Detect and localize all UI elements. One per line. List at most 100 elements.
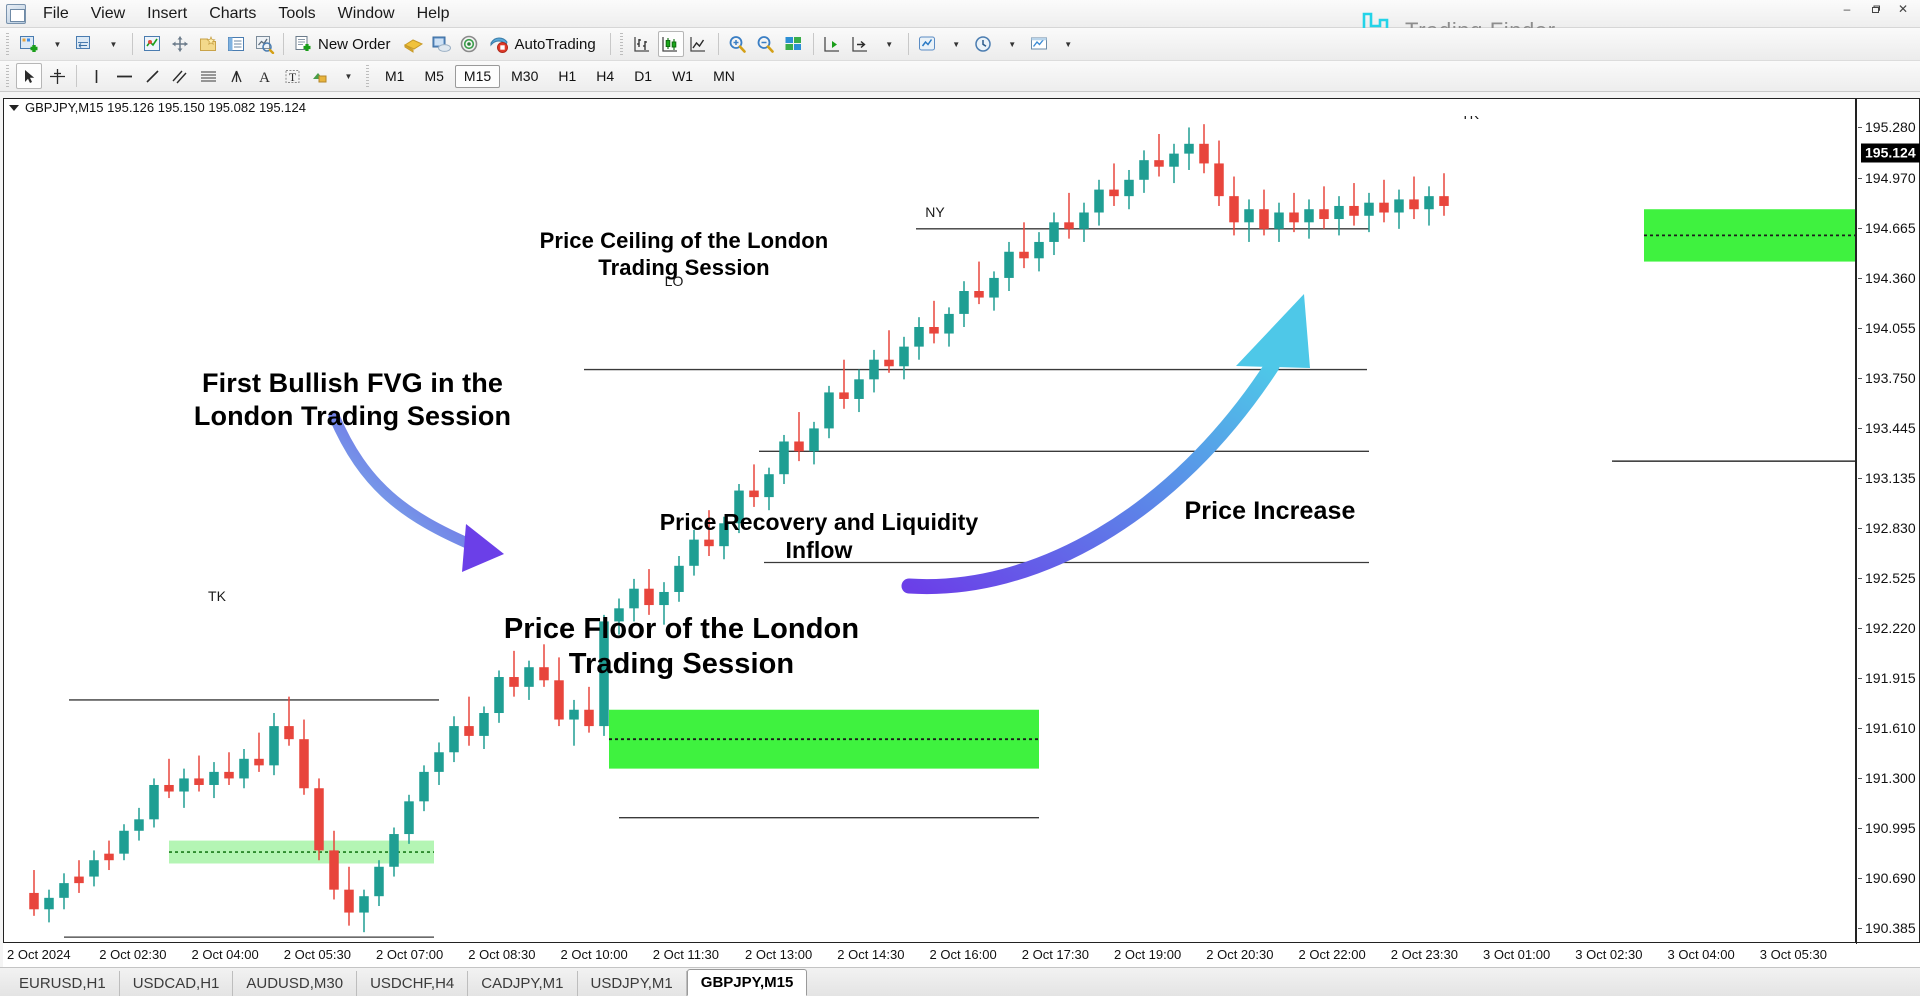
price-label: 193.445 xyxy=(1865,419,1916,436)
chart-shift-dropdown[interactable]: ▼ xyxy=(876,31,902,57)
new-order-icon xyxy=(295,35,311,51)
shapes-button[interactable] xyxy=(307,63,333,89)
data-window-button[interactable] xyxy=(167,31,193,57)
terminal-button[interactable] xyxy=(223,31,249,57)
toolbar-grip-2[interactable] xyxy=(618,33,626,55)
chart-tab-audusd[interactable]: AUDUSD,M30 xyxy=(233,971,358,996)
timeframe-m5[interactable]: M5 xyxy=(415,65,452,88)
templates-button[interactable] xyxy=(1027,31,1053,57)
strategy-tester-button[interactable] xyxy=(251,31,277,57)
menu-item-file[interactable]: File xyxy=(32,2,80,26)
market-watch-icon xyxy=(143,36,160,51)
timeframe-d1[interactable]: D1 xyxy=(625,65,661,88)
signals-button[interactable] xyxy=(457,31,483,57)
candle-body xyxy=(1019,251,1029,259)
menu-item-help[interactable]: Help xyxy=(406,2,461,26)
market-watch-button[interactable] xyxy=(139,31,165,57)
candle-body xyxy=(884,359,894,367)
price-label: 191.915 xyxy=(1865,669,1916,686)
chart-tab-usdchf[interactable]: USDCHF,H4 xyxy=(357,971,469,996)
periods-button[interactable] xyxy=(971,31,997,57)
periods-dropdown[interactable]: ▼ xyxy=(999,31,1025,57)
chart-profiles-dropdown[interactable]: ▼ xyxy=(100,31,126,57)
menu-item-view[interactable]: View xyxy=(80,2,136,26)
chart-tab-eurusd[interactable]: EURUSD,H1 xyxy=(6,971,120,996)
horizontal-line-button[interactable] xyxy=(111,63,137,89)
time-label: 2 Oct 17:30 xyxy=(1021,947,1089,962)
price-tick xyxy=(1858,127,1862,129)
timeframe-h1[interactable]: H1 xyxy=(549,65,585,88)
autotrading-button[interactable]: AutoTrading xyxy=(485,31,604,57)
clock-icon xyxy=(975,36,991,52)
chart-tab-usdjpy[interactable]: USDJPY,M1 xyxy=(578,971,687,996)
toolbar-grip-3[interactable] xyxy=(5,65,12,87)
indicators-dropdown[interactable]: ▼ xyxy=(943,31,969,57)
auto-scroll-button[interactable] xyxy=(820,31,846,57)
mql5-community-button[interactable] xyxy=(401,31,427,57)
candle-body xyxy=(224,771,234,779)
equidistant-channel-button[interactable] xyxy=(167,63,193,89)
text-label-button[interactable]: A xyxy=(251,63,277,89)
cursor-button[interactable] xyxy=(16,63,42,89)
chart-tab-gbpjpy[interactable]: GBPJPY,M15 xyxy=(686,969,808,996)
chart-profiles-button[interactable] xyxy=(72,31,98,57)
chart-shift-button[interactable] xyxy=(848,31,874,57)
new-chart-button[interactable] xyxy=(16,31,42,57)
fibonacci-retracement-button[interactable] xyxy=(195,63,221,89)
mql5-community-icon xyxy=(403,39,424,53)
menu-item-tools[interactable]: Tools xyxy=(267,2,326,26)
annotation-recovery: Price Recovery and Liquidity Inflow xyxy=(659,509,979,564)
time-scale[interactable]: 2 Oct 2024 2 Oct 02:30 2 Oct 04:00 2 Oct 05… xyxy=(3,943,1920,967)
candle-body xyxy=(989,277,999,298)
price-tick xyxy=(1858,478,1862,480)
close-button[interactable]: ✕ xyxy=(1890,0,1916,18)
metaeditor-icon xyxy=(432,36,452,52)
chart-tab-cadjpy[interactable]: CADJPY,M1 xyxy=(468,971,578,996)
restore-button[interactable] xyxy=(1862,0,1888,18)
fvg-zone xyxy=(609,709,1039,769)
timeframe-w1[interactable]: W1 xyxy=(663,65,702,88)
toolbar-separator xyxy=(283,33,284,55)
zoom-in-button[interactable] xyxy=(725,31,751,57)
tile-windows-button[interactable] xyxy=(781,31,807,57)
timeframe-mn[interactable]: MN xyxy=(704,65,744,88)
menu-item-window[interactable]: Window xyxy=(327,2,406,26)
indicators-button[interactable] xyxy=(915,31,941,57)
templates-dropdown[interactable]: ▼ xyxy=(1055,31,1081,57)
timeframe-m30[interactable]: M30 xyxy=(502,65,547,88)
timeframe-m15[interactable]: M15 xyxy=(454,64,501,88)
candle-body xyxy=(1079,212,1089,229)
timeframe-h4[interactable]: H4 xyxy=(587,65,623,88)
metaeditor-button[interactable] xyxy=(429,31,455,57)
trendline-button[interactable] xyxy=(139,63,165,89)
candle-body xyxy=(344,889,354,913)
toolbar-grip-4[interactable] xyxy=(365,65,372,87)
chart-window[interactable]: GBPJPY,M15 195.126 195.150 195.082 195.1… xyxy=(3,98,1856,943)
time-label: 2 Oct 08:30 xyxy=(468,947,536,962)
zoom-out-button[interactable] xyxy=(753,31,779,57)
price-scale[interactable]: 195.280 194.970 194.665 194.360 194.055 193.7… xyxy=(1856,98,1920,944)
text-button[interactable]: T xyxy=(279,63,305,89)
menu-item-charts[interactable]: Charts xyxy=(198,2,267,26)
price-label: 190.690 xyxy=(1865,870,1916,887)
andrews-pitchfork-button[interactable] xyxy=(223,63,249,89)
chart-tab-usdcad[interactable]: USDCAD,H1 xyxy=(120,971,234,996)
price-label: 190.385 xyxy=(1865,920,1916,937)
line-chart-button[interactable] xyxy=(686,31,712,57)
menu-item-insert[interactable]: Insert xyxy=(136,2,198,26)
minimize-button[interactable]: – xyxy=(1834,0,1860,18)
chart-plot-area[interactable]: First Bullish FVG in the London Trading S… xyxy=(4,116,1855,942)
shapes-dropdown[interactable]: ▼ xyxy=(335,63,361,89)
timeframe-m1[interactable]: M1 xyxy=(376,65,413,88)
vertical-line-button[interactable] xyxy=(83,63,109,89)
candle-body xyxy=(1094,189,1104,213)
candlestick-chart-button[interactable] xyxy=(657,31,684,57)
crosshair-button[interactable] xyxy=(44,63,70,89)
chart-menu-triangle-icon[interactable] xyxy=(9,104,19,111)
navigator-button[interactable] xyxy=(195,31,221,57)
new-chart-dropdown[interactable]: ▼ xyxy=(44,31,70,57)
price-tick xyxy=(1858,327,1862,329)
new-order-button[interactable]: New Order xyxy=(290,31,399,57)
toolbar-grip[interactable] xyxy=(5,33,12,55)
bar-chart-button[interactable] xyxy=(630,31,656,57)
